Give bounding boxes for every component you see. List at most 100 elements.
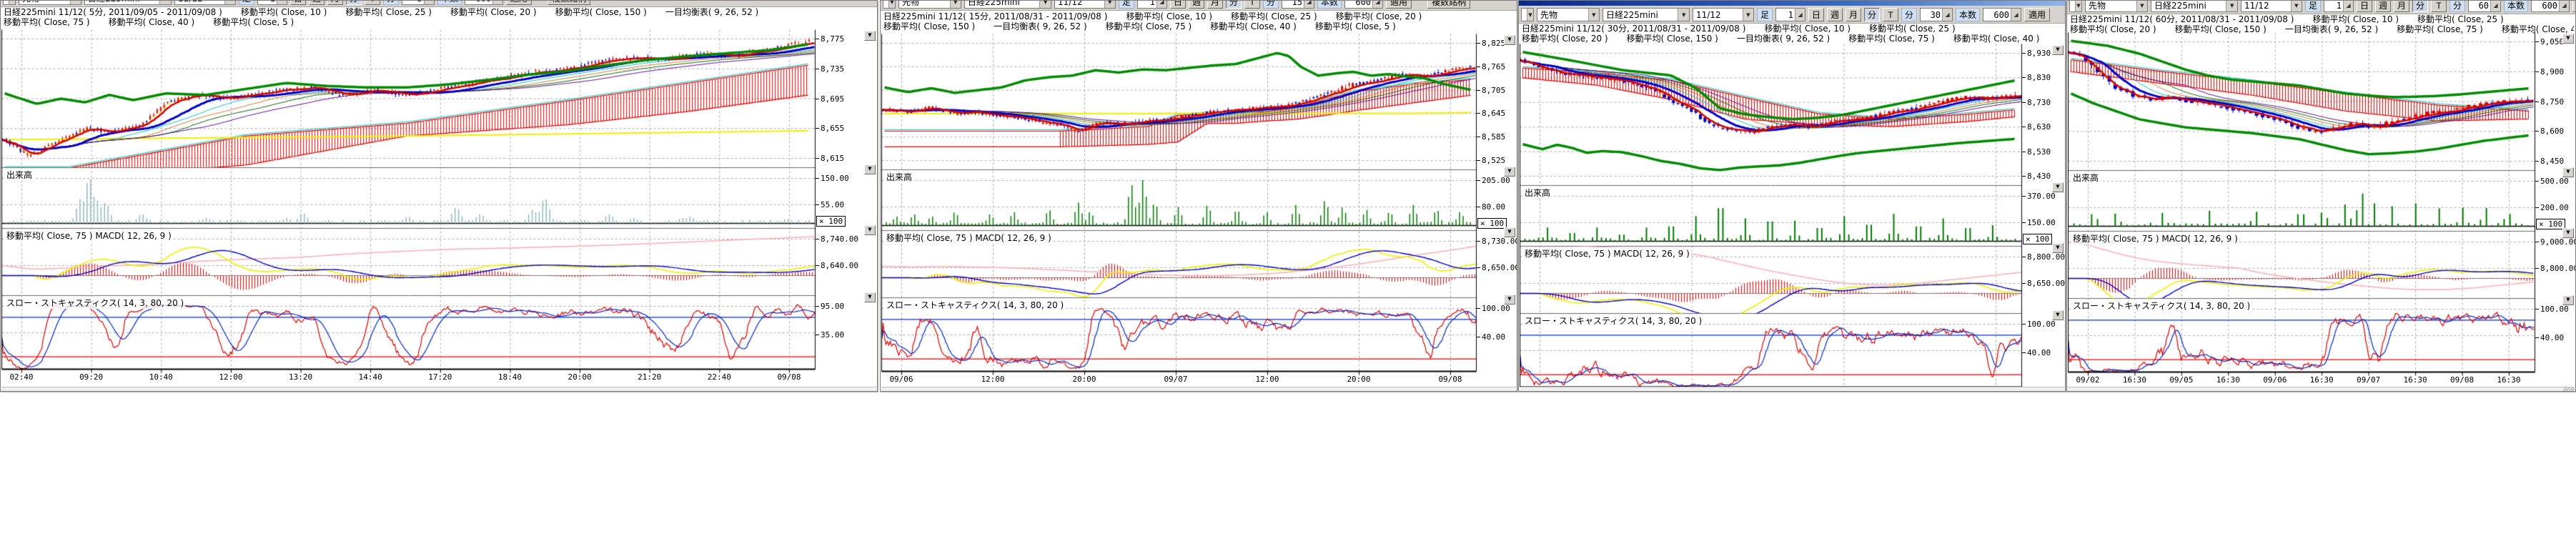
period-button-月[interactable]: 月 [1846, 8, 1861, 21]
collapse-section-button[interactable]: ▼ [2562, 167, 2574, 177]
period-button-月[interactable]: 月 [327, 1, 343, 5]
collapse-section-button[interactable]: ▼ [864, 164, 876, 174]
price-chart-canvas[interactable] [2068, 32, 2576, 377]
volume-axis-tick: 370.00 [2027, 192, 2056, 201]
apply-button[interactable]: 適用 [2572, 1, 2575, 12]
chart-window-4[interactable]: ▼先物▼日経225mini▼11/12▼足1◢日週月分T分60◢本数600◢適用… [2066, 0, 2576, 392]
multi-symbol-button[interactable]: 複数銘柄 [548, 1, 590, 5]
collapse-section-button[interactable]: ▼ [1504, 35, 1515, 45]
collapse-section-button[interactable]: ▼ [1504, 295, 1515, 305]
minutes-stepper[interactable]: 5◢ [402, 1, 435, 5]
collapse-section-button[interactable]: ▼ [1504, 167, 1515, 177]
price-chart-canvas[interactable] [1520, 44, 2066, 392]
volume-section-label: 出来高 [2071, 172, 2100, 184]
collapse-section-button[interactable]: ▼ [864, 225, 876, 235]
window-titlebar[interactable] [1519, 1, 2065, 6]
period-button-分[interactable]: 分 [2412, 1, 2428, 12]
bars-label: 本数 [2504, 1, 2528, 12]
indicator-label: 移動平均( Close, 75 ) [2397, 24, 2483, 34]
period-button-分[interactable]: 分 [1226, 1, 1242, 9]
period-button-T[interactable]: T [2431, 1, 2447, 12]
collapse-section-button[interactable]: ▼ [2052, 243, 2064, 253]
bars-stepper[interactable]: 600◢ [2531, 1, 2570, 12]
bars-stepper[interactable]: 600◢ [465, 1, 503, 5]
apply-button[interactable]: 適用 [506, 1, 532, 5]
contract-select[interactable]: 11/12▼ [1693, 8, 1754, 21]
period-button-週[interactable]: 週 [2375, 1, 2391, 12]
category-select[interactable]: 先物▼ [2085, 1, 2148, 12]
bar-type-stepper[interactable]: 1◢ [1137, 1, 1167, 9]
collapse-section-button[interactable]: ▼ [2052, 45, 2064, 55]
window-menu-dropdown[interactable]: ▼ [3, 1, 16, 5]
bar-type-stepper[interactable]: 1◢ [2324, 1, 2354, 12]
period-button-週[interactable]: 週 [1827, 8, 1843, 21]
period-button-T[interactable]: T [365, 1, 380, 5]
period-button-日[interactable]: 日 [2357, 1, 2372, 12]
horizontal-scrollbar[interactable] [1520, 387, 2064, 391]
contract-select[interactable]: 11/12▼ [174, 1, 236, 5]
chevron-down-icon: ▼ [224, 1, 235, 4]
collapse-section-button[interactable]: ▼ [864, 292, 876, 302]
stepper-handle-icon: ◢ [1372, 1, 1382, 8]
minutes-stepper[interactable]: 60◢ [2468, 1, 2501, 12]
indicator-label: 移動平均( Close, 75 ) [4, 17, 90, 27]
chart-window-3[interactable]: ▼先物▼日経225mini▼11/12▼足1◢日週月分T分30◢本数600◢適用… [1518, 0, 2066, 392]
apply-button[interactable]: 適用 [2024, 8, 2050, 21]
chart-header-line1: 日経225mini 11/12( 5分, 2011/09/05 - 2011/0… [4, 7, 876, 17]
minutes-stepper[interactable]: 30◢ [1920, 8, 1953, 21]
collapse-section-button[interactable]: ▼ [2052, 182, 2064, 192]
symbol-select[interactable]: 日経225mini▼ [1602, 8, 1690, 21]
period-button-週[interactable]: 週 [309, 1, 325, 5]
period-button-月[interactable]: 月 [1207, 1, 1223, 9]
bars-stepper[interactable]: 600◢ [1983, 8, 2021, 21]
period-button-週[interactable]: 週 [1189, 1, 1204, 9]
window-menu-dropdown[interactable]: ▼ [883, 1, 896, 9]
collapse-section-button[interactable]: ▼ [864, 31, 876, 41]
chart-window-1[interactable]: ▼先物▼日経225mini▼11/12▼足1◢日週月分T分5◢本数600◢適用複… [0, 0, 878, 392]
category-select[interactable]: 先物▼ [1537, 8, 1600, 21]
period-button-分[interactable]: 分 [346, 1, 362, 5]
apply-button[interactable]: 適用 [1386, 1, 1412, 9]
collapse-section-button[interactable]: ▼ [1504, 227, 1515, 237]
symbol-select[interactable]: 日経225mini▼ [84, 1, 172, 5]
collapse-section-button[interactable]: ▼ [2562, 295, 2574, 305]
horizontal-scrollbar[interactable] [2068, 387, 2575, 391]
price-chart-canvas[interactable] [1, 29, 878, 375]
category-select[interactable]: 先物▼ [898, 1, 961, 9]
period-button-T[interactable]: T [1883, 8, 1898, 21]
contract-select[interactable]: 11/12▼ [2241, 1, 2302, 12]
category-select[interactable]: 先物▼ [19, 1, 81, 5]
minutes-value: 30 [1921, 10, 1942, 20]
period-button-T[interactable]: T [1244, 1, 1260, 9]
period-button-日[interactable]: 日 [1170, 1, 1186, 9]
bar-type-stepper[interactable]: 1◢ [257, 1, 287, 5]
macd-axis-tick: 8,730.00 [1482, 237, 1517, 246]
symbol-select[interactable]: 日経225mini▼ [964, 1, 1051, 9]
contract-select[interactable]: 11/12▼ [1054, 1, 1116, 9]
chart-workspace: ▼先物▼日経225mini▼11/12▼足1◢日週月分T分5◢本数600◢適用複… [0, 0, 2576, 549]
collapse-section-button[interactable]: ▼ [2052, 310, 2064, 320]
period-button-日[interactable]: 日 [290, 1, 306, 5]
stochastics-axis-tick: 100.00 [1482, 304, 1510, 313]
minutes-stepper[interactable]: 15◢ [1282, 1, 1314, 9]
bar-type-stepper[interactable]: 1◢ [1775, 8, 1805, 21]
window-menu-dropdown[interactable]: ▼ [2069, 1, 2082, 12]
symbol-select[interactable]: 日経225mini▼ [2151, 1, 2238, 12]
multi-symbol-button[interactable]: 複数銘柄 [1427, 1, 1470, 9]
period-button-日[interactable]: 日 [1808, 8, 1824, 21]
window-menu-dropdown[interactable]: ▼ [1521, 8, 1534, 21]
bar-type-value: 1 [1776, 10, 1795, 20]
category-select-value: 先物 [902, 1, 948, 8]
period-button-月[interactable]: 月 [2394, 1, 2409, 12]
collapse-section-button[interactable]: ▼ [2562, 34, 2574, 44]
bars-stepper[interactable]: 600◢ [1344, 1, 1383, 9]
price-chart-canvas[interactable] [881, 34, 1517, 377]
bar-type-value: 1 [1138, 1, 1156, 7]
horizontal-scrollbar[interactable] [1, 387, 876, 391]
time-axis-tick: 12:00 [1255, 375, 1279, 384]
chart-window-2[interactable]: ▼先物▼日経225mini▼11/12▼足1◢日週月分T分15◢本数600◢適用… [880, 0, 1517, 392]
price-axis-tick: 8,645 [1482, 109, 1505, 118]
period-button-分[interactable]: 分 [1864, 8, 1880, 21]
horizontal-scrollbar[interactable] [881, 387, 1516, 391]
collapse-section-button[interactable]: ▼ [2562, 228, 2574, 238]
